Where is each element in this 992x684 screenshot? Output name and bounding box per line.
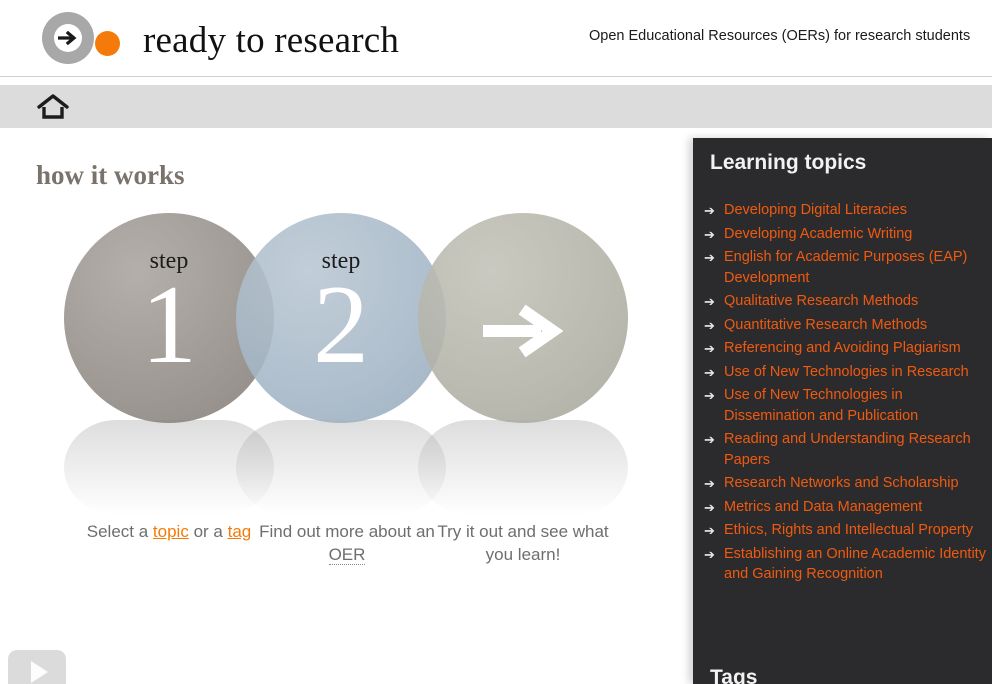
arrow-right-icon xyxy=(418,303,628,359)
orange-dot-icon xyxy=(95,31,120,56)
video-thumbnail[interactable] xyxy=(320,678,570,684)
sidebar-topic-link-6[interactable]: Use of New Technologies in Research xyxy=(724,362,969,383)
list-item: ➔ Qualitative Research Methods xyxy=(704,291,992,312)
arrow-right-bullet-icon: ➔ xyxy=(704,523,715,538)
arrow-right-icon xyxy=(54,24,82,52)
sidebar-topic-link-8[interactable]: Reading and Understanding Research Paper… xyxy=(724,429,992,470)
play-button-icon[interactable] xyxy=(8,650,66,684)
main-content: how it works step 1 step 2 Select a topi… xyxy=(0,128,693,684)
list-item: ➔ Developing Academic Writing xyxy=(704,224,992,245)
arrow-right-bullet-icon: ➔ xyxy=(704,388,715,403)
arrow-right-bullet-icon: ➔ xyxy=(704,432,715,447)
page-root: ready to research Open Educational Resou… xyxy=(0,0,992,684)
list-item: ➔ Research Networks and Scholarship xyxy=(704,473,992,494)
list-item: ➔ Developing Digital Literacies xyxy=(704,200,992,221)
brand-logo[interactable]: ready to research xyxy=(42,12,399,68)
sidebar-topic-link-0[interactable]: Developing Digital Literacies xyxy=(724,200,907,221)
steps-diagram: step 1 step 2 xyxy=(0,198,693,515)
caption-1-prefix: Select a xyxy=(86,522,153,541)
list-item: ➔ Establishing an Online Academic Identit… xyxy=(704,544,992,585)
arrow-right-bullet-icon: ➔ xyxy=(704,203,715,218)
sidebar-topic-link-2[interactable]: English for Academic Purposes (EAP) Deve… xyxy=(724,247,992,288)
video-promo-section: Why use this site? Robin Goodfellow expl… xyxy=(0,558,693,684)
circle-reflection-2 xyxy=(236,420,446,515)
tag-link[interactable]: tag xyxy=(228,522,252,541)
sidebar-topic-link-12[interactable]: Establishing an Online Academic Identity… xyxy=(724,544,992,585)
list-item: ➔ Metrics and Data Management xyxy=(704,497,992,518)
list-item: ➔ English for Academic Purposes (EAP) Dev… xyxy=(704,247,992,288)
caption-1-middle: or a xyxy=(188,522,228,541)
sidebar-topic-link-5[interactable]: Referencing and Avoiding Plagiarism xyxy=(724,338,961,359)
arrow-right-bullet-icon: ➔ xyxy=(704,364,715,380)
arrow-right-bullet-icon: ➔ xyxy=(704,250,715,265)
sidebar-topic-link-7[interactable]: Use of New Technologies in Dissemination… xyxy=(724,385,992,426)
arrow-right-bullet-icon: ➔ xyxy=(704,476,715,491)
brand-title: ready to research xyxy=(143,19,400,61)
list-item: ➔ Ethics, Rights and Intellectual Propert… xyxy=(704,520,992,541)
list-item: ➔ Quantitative Research Methods xyxy=(704,315,992,336)
sidebar-topic-link-10[interactable]: Metrics and Data Management xyxy=(724,497,922,518)
arrow-right-bullet-icon: ➔ xyxy=(704,294,715,309)
arrow-right-bullet-icon: ➔ xyxy=(704,317,715,333)
sidebar-topic-link-1[interactable]: Developing Academic Writing xyxy=(724,224,912,245)
navigation-bar: Go xyxy=(0,85,992,205)
list-item: ➔ Use of New Technologies in Research xyxy=(704,362,992,383)
arrow-right-bullet-icon: ➔ xyxy=(704,341,715,356)
logo-mark xyxy=(42,12,120,68)
topic-list: ➔ Developing Digital Literacies ➔ Developin… xyxy=(704,200,992,588)
arrow-right-bullet-icon: ➔ xyxy=(704,499,715,515)
arrow-right-bullet-icon: ➔ xyxy=(704,546,715,562)
step-2-number: 2 xyxy=(313,263,369,387)
sidebar-topic-link-9[interactable]: Research Networks and Scholarship xyxy=(724,473,959,494)
sidebar-topic-link-3[interactable]: Qualitative Research Methods xyxy=(724,291,918,312)
sidebar-title: Learning topics xyxy=(710,151,867,174)
page-title: how it works xyxy=(36,160,185,190)
step-caption-1: Select a topic or a tag xyxy=(74,520,264,543)
circle-reflection-3 xyxy=(418,420,628,515)
list-item: ➔ Referencing and Avoiding Plagiarism xyxy=(704,338,992,359)
site-header: ready to research Open Educational Resou… xyxy=(0,0,992,77)
list-item: ➔ Reading and Understanding Research Pape… xyxy=(704,429,992,470)
topic-link[interactable]: topic xyxy=(153,522,189,541)
learning-topics-sidebar: Learning topics ➔ Developing Digital Lite… xyxy=(693,138,992,684)
home-icon[interactable] xyxy=(36,94,70,120)
sidebar-topic-link-4[interactable]: Quantitative Research Methods xyxy=(724,315,927,336)
tags-section-title: Tags xyxy=(710,666,758,684)
play-triangle xyxy=(30,661,48,683)
list-item: ➔ Use of New Technologies in Disseminatio… xyxy=(704,385,992,426)
site-tagline: Open Educational Resources (OERs) for re… xyxy=(589,28,971,44)
caption-2-prefix: Find out more about an xyxy=(259,522,435,541)
sidebar-topic-link-11[interactable]: Ethics, Rights and Intellectual Property xyxy=(724,520,973,541)
arrow-right-bullet-icon: ➔ xyxy=(704,226,715,242)
